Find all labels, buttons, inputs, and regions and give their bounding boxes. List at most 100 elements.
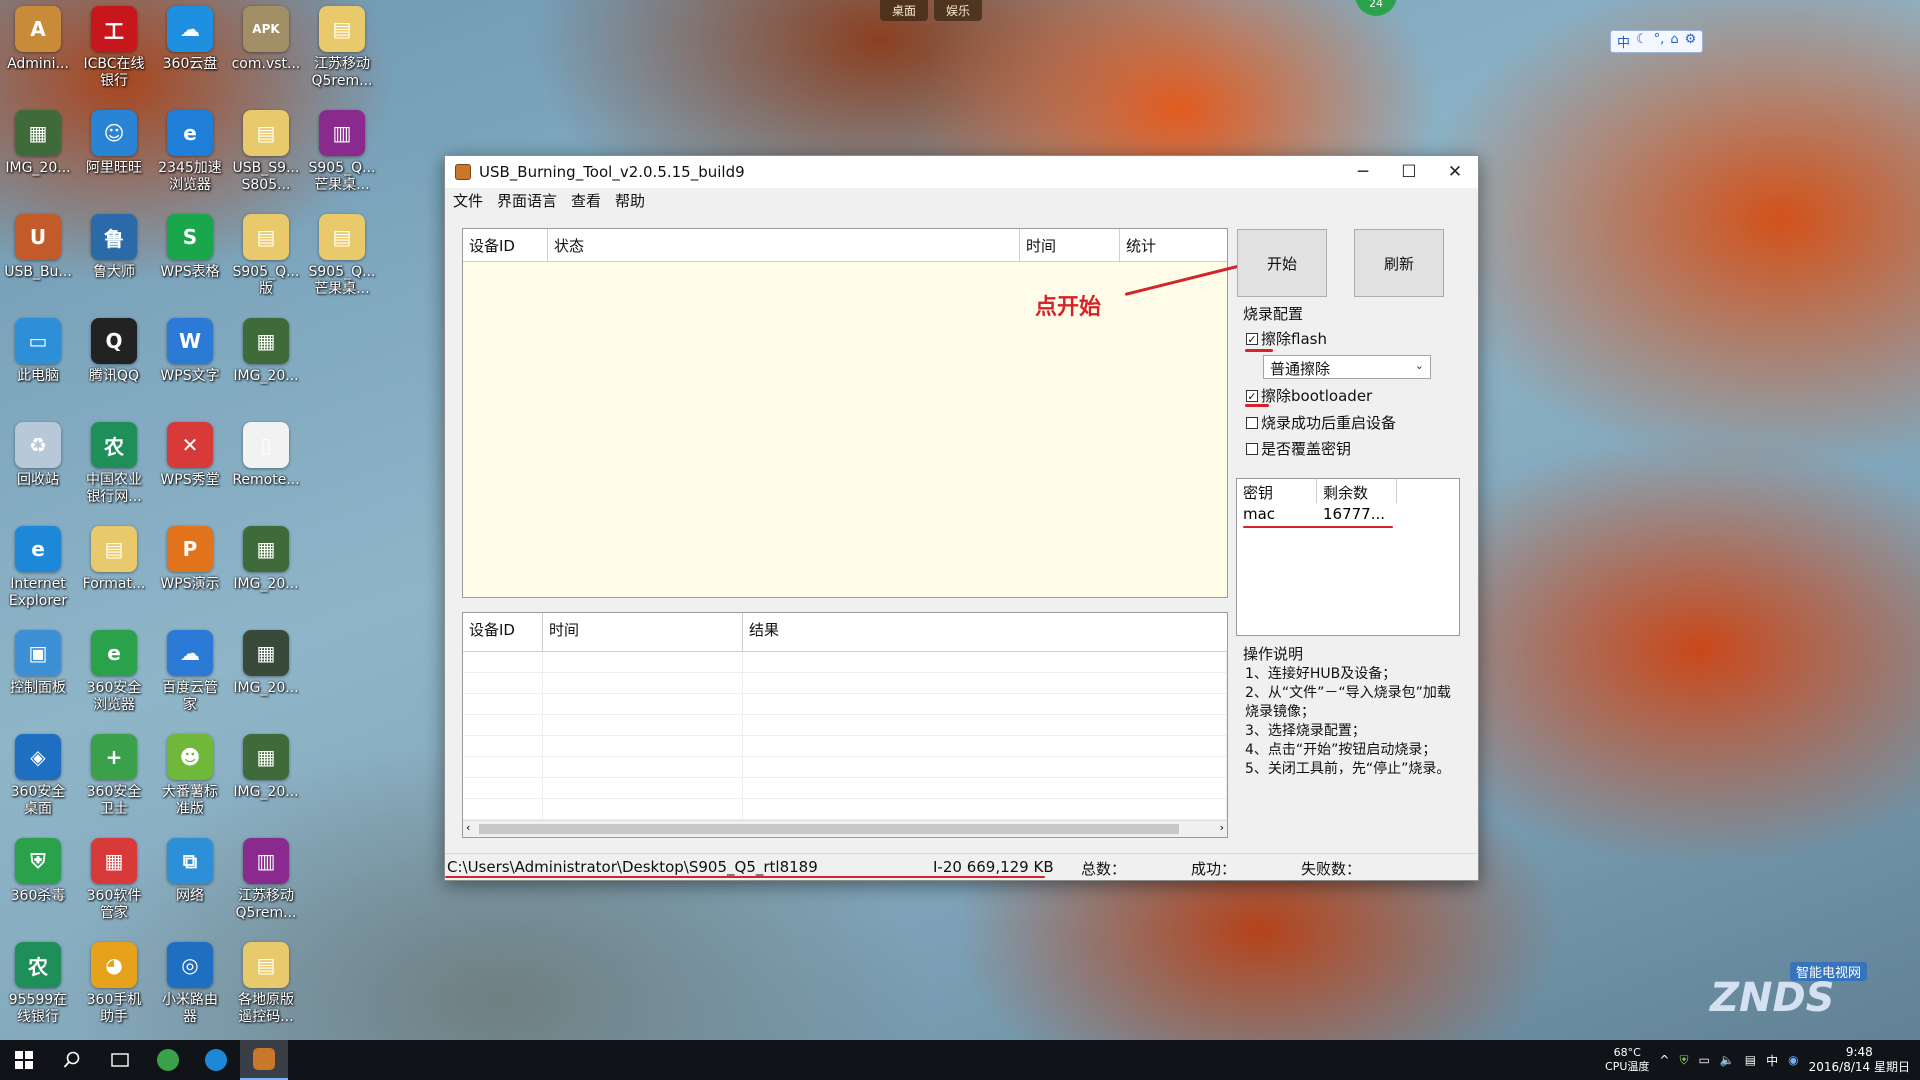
horizontal-scrollbar[interactable]: ‹ › xyxy=(463,820,1227,837)
wallpaper-tab-desktop[interactable]: 桌面 xyxy=(880,0,929,21)
network-icon[interactable]: ▭ xyxy=(1699,1053,1710,1067)
desktop-icon[interactable]: e 360安全 浏览器 xyxy=(76,630,152,734)
desktop-icon[interactable]: ☁ 百度云管 家 xyxy=(152,630,228,734)
desktop-icon[interactable]: ♻ 回收站 xyxy=(0,422,76,526)
desktop-icon[interactable]: ◕ 360手机 助手 xyxy=(76,942,152,1046)
taskbar-app-ie[interactable] xyxy=(192,1040,240,1080)
start-menu-button[interactable] xyxy=(0,1040,48,1080)
desktop-icon[interactable]: P WPS演示 xyxy=(152,526,228,630)
desktop-icon[interactable]: ⛨ 360杀毒 xyxy=(0,838,76,942)
col-remaining[interactable]: 剩余数 xyxy=(1317,479,1397,503)
desktop-icon[interactable]: U USB_Bu... xyxy=(0,214,76,318)
erase-bootloader-checkbox[interactable]: ✓ xyxy=(1246,389,1258,402)
desktop-icon[interactable]: ◎ 小米路由 器 xyxy=(152,942,228,1046)
desktop-icon[interactable]: A Admini... xyxy=(0,6,76,110)
desktop-icon[interactable]: 农中国农业 银行网... xyxy=(76,422,152,526)
menu-file[interactable]: 文件 xyxy=(453,190,483,211)
task-view-button[interactable] xyxy=(96,1040,144,1080)
chevron-up-icon[interactable]: ^ xyxy=(1659,1053,1669,1067)
device-status-table[interactable]: 设备ID 状态 时间 统计 xyxy=(462,228,1228,598)
desktop-icon[interactable]: ▤ S905_Q... 芒果桌... xyxy=(304,214,380,318)
desktop-icon[interactable]: ▦ IMG_20... xyxy=(228,630,304,734)
close-button[interactable]: ✕ xyxy=(1432,156,1478,188)
desktop-icon[interactable]: ▦ IMG_20... xyxy=(0,110,76,214)
desktop-icon[interactable]: W WPS文字 xyxy=(152,318,228,422)
ime-moon-icon[interactable]: ☾ xyxy=(1636,32,1648,51)
col-stats[interactable]: 统计 xyxy=(1120,229,1227,261)
desktop-icon[interactable]: Q 腾讯QQ xyxy=(76,318,152,422)
scroll-right-icon[interactable]: › xyxy=(1220,821,1224,834)
desktop-icon[interactable]: ✕ WPS秀堂 xyxy=(152,422,228,526)
result-table-row[interactable] xyxy=(463,715,1227,736)
desktop-icon[interactable]: e 2345加速 浏览器 xyxy=(152,110,228,214)
desktop-icon[interactable]: e Internet Explorer xyxy=(0,526,76,630)
reboot-after-option[interactable]: 烧录成功后重启设备 xyxy=(1246,412,1396,433)
desktop-icon[interactable]: ▤ S905_Q... 版 xyxy=(228,214,304,318)
taskbar-app-usb-burning-tool[interactable] xyxy=(240,1040,288,1080)
overwrite-key-option[interactable]: 是否覆盖密钥 xyxy=(1246,438,1351,459)
minimize-button[interactable]: ─ xyxy=(1340,156,1386,188)
desktop-icon[interactable]: ▭ 此电脑 xyxy=(0,318,76,422)
desktop-icon[interactable]: ▣ 控制面板 xyxy=(0,630,76,734)
title-bar[interactable]: USB_Burning_Tool_v2.0.5.15_build9 ─ ☐ ✕ xyxy=(445,156,1478,188)
ime-punct-icon[interactable]: °, xyxy=(1654,32,1665,51)
desktop-icon[interactable]: ▦ IMG_20... xyxy=(228,318,304,422)
action-center-icon[interactable]: ▤ xyxy=(1745,1053,1756,1067)
result-table-row[interactable] xyxy=(463,778,1227,799)
volume-icon[interactable]: 🔈 xyxy=(1720,1053,1735,1067)
search-button[interactable] xyxy=(48,1040,96,1080)
wallpaper-tab-entertainment[interactable]: 娱乐 xyxy=(934,0,983,21)
desktop-icon[interactable]: ☁ 360云盘 xyxy=(152,6,228,110)
desktop-icon[interactable]: 农 95599在 线银行 xyxy=(0,942,76,1046)
result-table-row[interactable] xyxy=(463,736,1227,757)
taskbar-app-360-browser[interactable] xyxy=(144,1040,192,1080)
erase-flash-option[interactable]: ✓ 擦除flash xyxy=(1246,328,1327,349)
desktop-icon[interactable]: ▥ S905_Q... 芒果桌... xyxy=(304,110,380,214)
cpu-temp[interactable]: 68°C CPU温度 xyxy=(1605,1046,1649,1074)
desktop-icon[interactable]: +360安全 卫士 xyxy=(76,734,152,838)
menu-view[interactable]: 查看 xyxy=(571,190,601,211)
col-device-id[interactable]: 设备ID xyxy=(463,229,548,261)
notification-badge[interactable]: 24 xyxy=(1355,0,1397,16)
desktop-icon[interactable]: APK com.vst... xyxy=(228,6,304,110)
refresh-button[interactable]: 刷新 xyxy=(1354,229,1444,297)
ime-logo-icon[interactable]: ◉ xyxy=(1788,1053,1798,1067)
desktop-icon[interactable]: ▦ IMG_20... xyxy=(228,526,304,630)
result-table-row[interactable] xyxy=(463,673,1227,694)
desktop-icon[interactable]: ▤ Format... xyxy=(76,526,152,630)
result-log-table[interactable]: 设备ID 时间 结果 ‹ › xyxy=(462,612,1228,838)
col-key[interactable]: 密钥 xyxy=(1237,479,1317,503)
result-table-row[interactable] xyxy=(463,652,1227,673)
desktop-icon[interactable]: 鲁鲁大师 xyxy=(76,214,152,318)
key-table[interactable]: 密钥 剩余数 mac 16777... xyxy=(1236,478,1460,636)
desktop-icon[interactable]: ⧉ 网络 xyxy=(152,838,228,942)
erase-mode-select[interactable]: 普通擦除 ⌄ xyxy=(1263,355,1431,379)
ime-skin-icon[interactable]: ⌂ xyxy=(1670,32,1678,51)
desktop-icon[interactable]: ▯ Remote... xyxy=(228,422,304,526)
desktop-icon[interactable]: ▤ 各地原版 遥控码... xyxy=(228,942,304,1046)
ime-toolbar[interactable]: 中 ☾ °, ⌂ ⚙ xyxy=(1610,30,1704,53)
scrollbar-thumb[interactable] xyxy=(479,824,1179,834)
desktop-icon[interactable]: 工 ICBC在线 银行 xyxy=(76,6,152,110)
col-result[interactable]: 结果 xyxy=(743,613,1227,651)
ime-settings-icon[interactable]: ⚙ xyxy=(1685,32,1697,51)
maximize-button[interactable]: ☐ xyxy=(1386,156,1432,188)
desktop-icon[interactable]: ☻ 大番薯标 准版 xyxy=(152,734,228,838)
desktop-icon[interactable]: ☺ 阿里旺旺 xyxy=(76,110,152,214)
desktop-icon[interactable]: S WPS表格 xyxy=(152,214,228,318)
reboot-after-checkbox[interactable] xyxy=(1246,416,1258,429)
desktop-icon[interactable]: ▦ 360软件 管家 xyxy=(76,838,152,942)
clock[interactable]: 9:48 2016/8/14 星期日 xyxy=(1809,1045,1910,1075)
scroll-left-icon[interactable]: ‹ xyxy=(466,821,470,834)
menu-language[interactable]: 界面语言 xyxy=(497,190,557,211)
overwrite-key-checkbox[interactable] xyxy=(1246,442,1258,455)
col-status[interactable]: 状态 xyxy=(548,229,1020,261)
desktop-icon[interactable]: ▤ 江苏移动 Q5rem... xyxy=(304,6,380,110)
desktop-icon[interactable]: ▥ 江苏移动 Q5rem... xyxy=(228,838,304,942)
col-result-device-id[interactable]: 设备ID xyxy=(463,613,543,651)
erase-flash-checkbox[interactable]: ✓ xyxy=(1246,332,1258,345)
key-table-row[interactable]: mac 16777... xyxy=(1237,503,1459,525)
shield-icon[interactable]: ⛨ xyxy=(1679,1053,1688,1068)
erase-bootloader-option[interactable]: ✓ 擦除bootloader xyxy=(1246,385,1372,406)
result-table-row[interactable] xyxy=(463,799,1227,820)
